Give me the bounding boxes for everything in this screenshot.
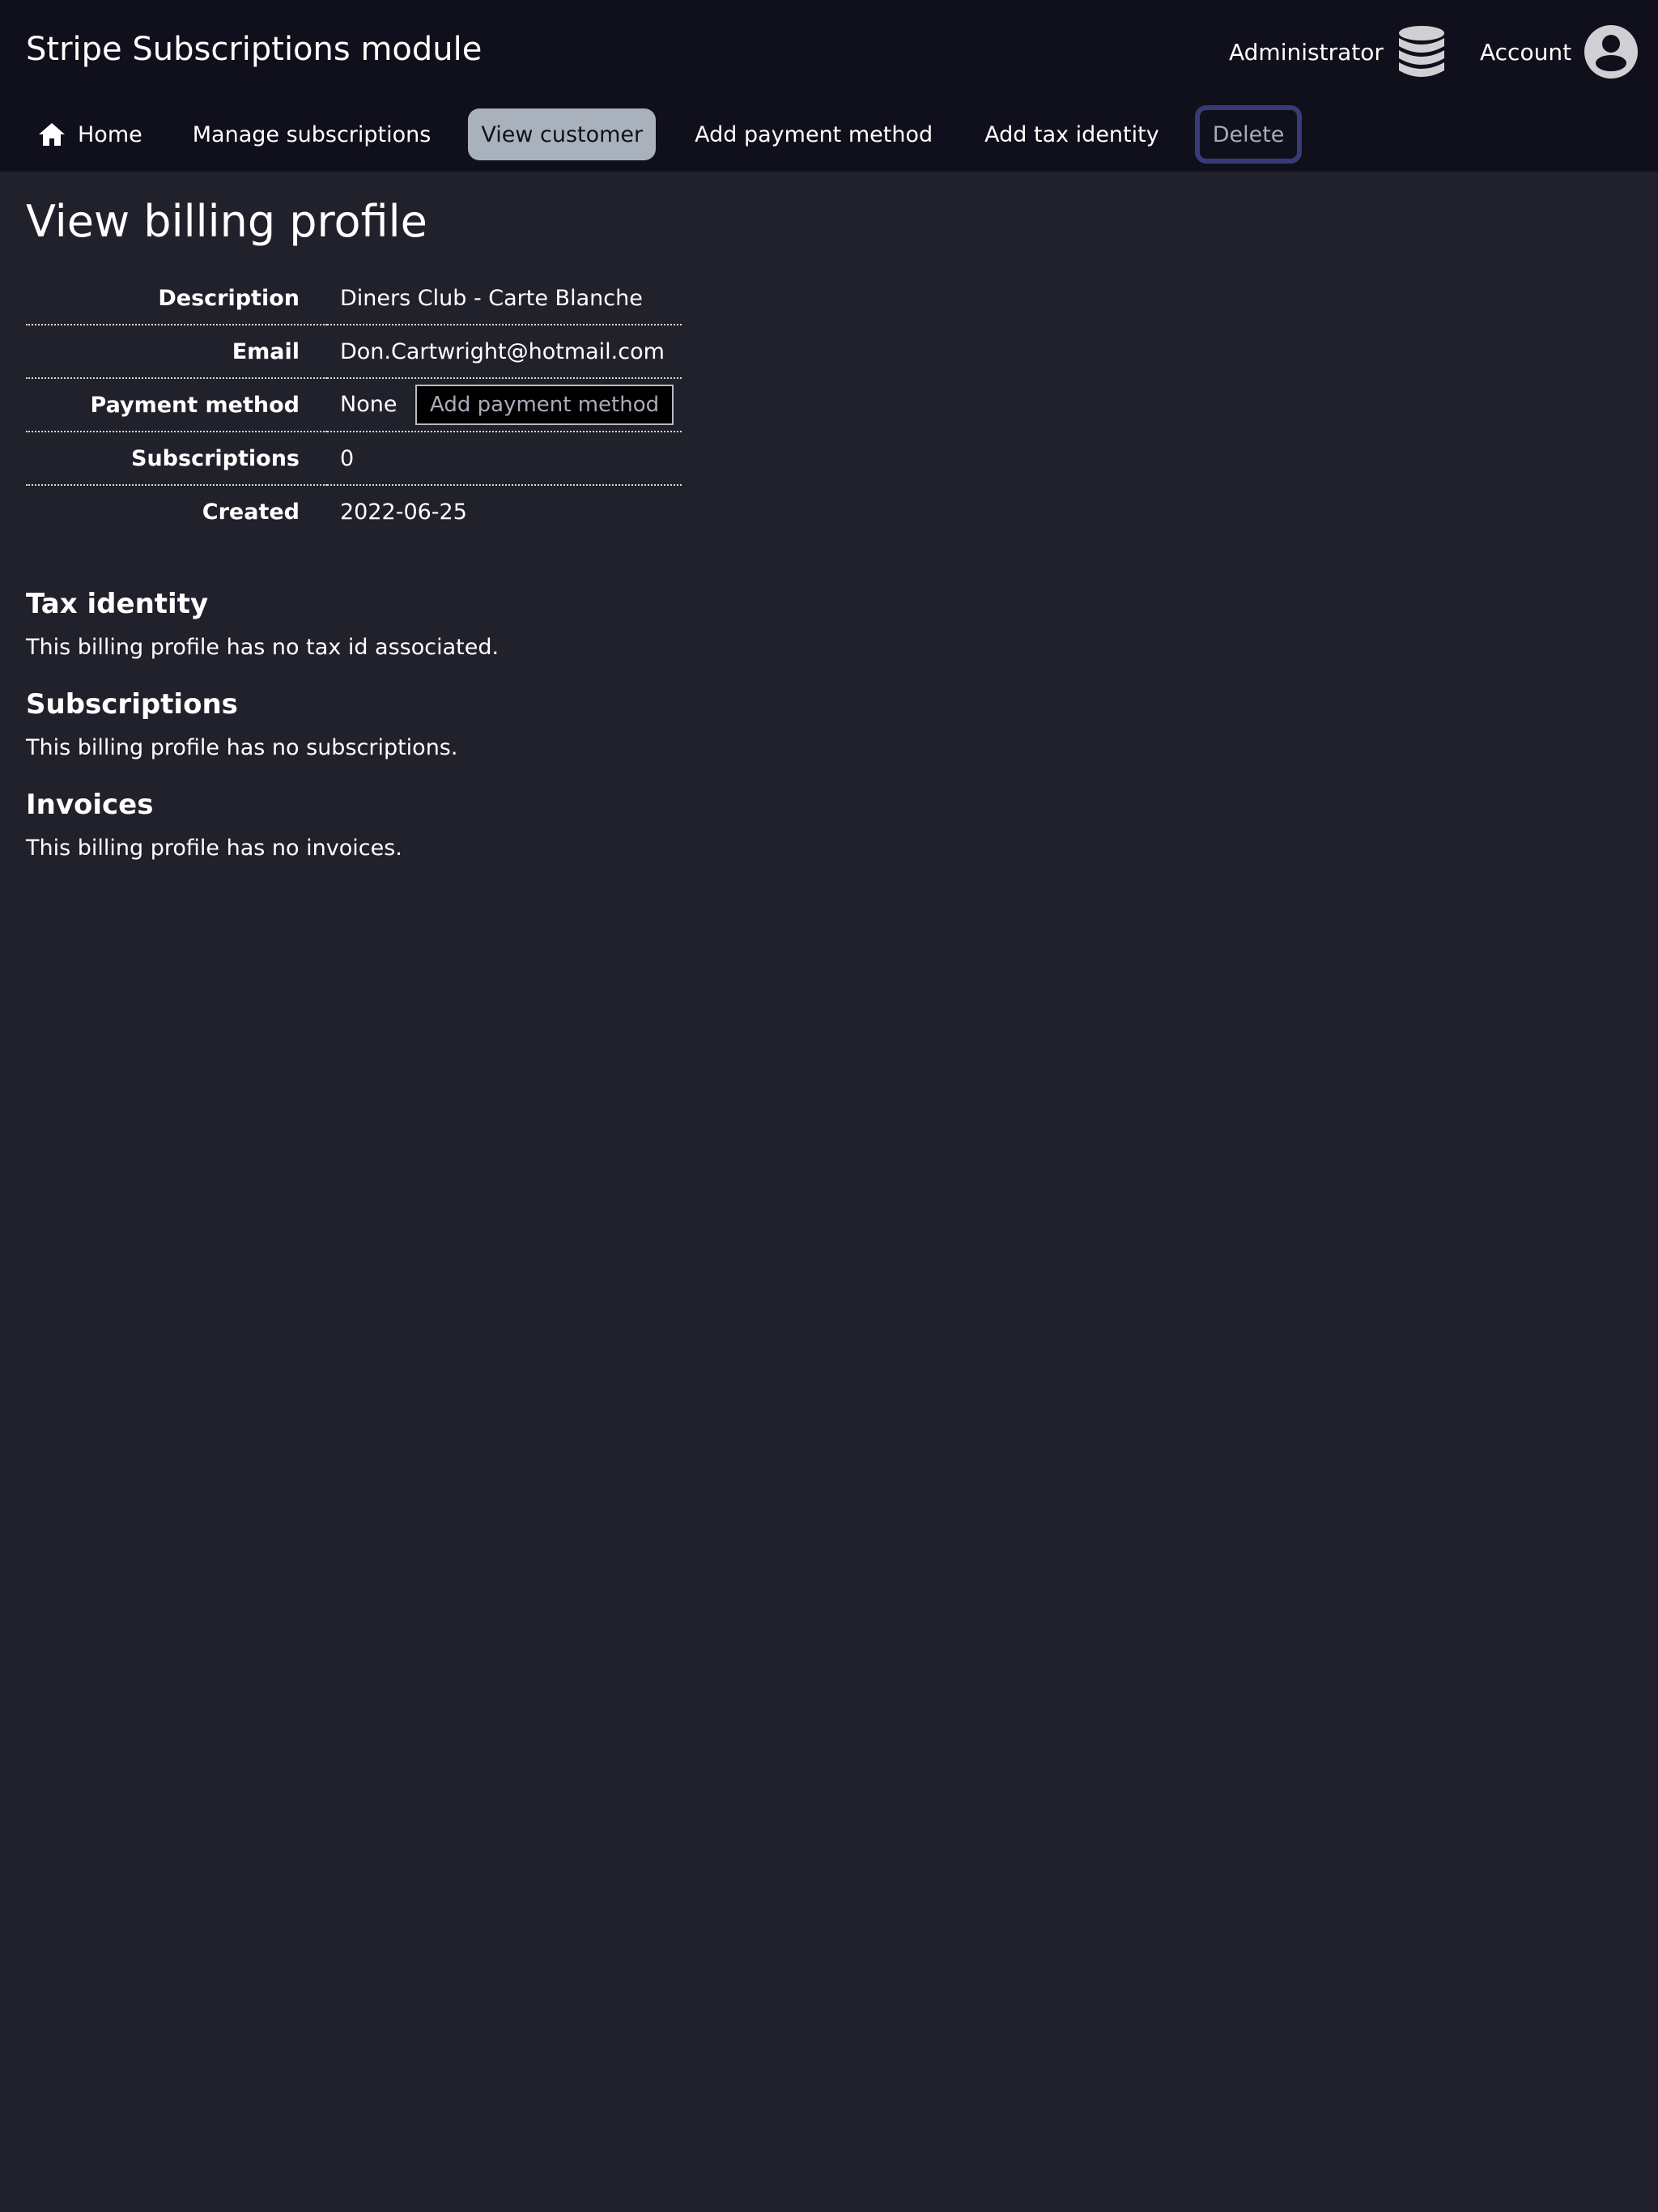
account-label: Account	[1480, 38, 1572, 66]
nav-view-customer[interactable]: View customer	[468, 108, 657, 160]
billing-profile-table: Description Diners Club - Carte Blanche …	[26, 272, 682, 538]
user-circle-icon	[1584, 25, 1639, 79]
nav-home-label: Home	[78, 121, 142, 147]
subscriptions-value: 0	[327, 432, 682, 486]
table-row: Created 2022-06-25	[26, 485, 682, 538]
home-icon	[39, 123, 65, 146]
table-row: Payment method None Add payment method	[26, 378, 682, 432]
tax-identity-heading: Tax identity	[26, 588, 209, 620]
account-menu[interactable]: Account	[1480, 19, 1639, 84]
invoices-heading: Invoices	[26, 789, 154, 821]
subscriptions-heading: Subscriptions	[26, 688, 238, 721]
page-title: View billing profile	[26, 196, 427, 247]
description-value: Diners Club - Carte Blanche	[327, 272, 682, 325]
tax-identity-text: This billing profile has no tax id assoc…	[26, 635, 500, 660]
payment-method-value: None	[340, 392, 397, 417]
invoices-text: This billing profile has no invoices.	[26, 836, 402, 861]
payment-method-cell: None Add payment method	[327, 378, 682, 432]
top-bar: Stripe Subscriptions module Administrato…	[0, 0, 1658, 172]
subscriptions-label: Subscriptions	[26, 432, 327, 486]
nav-manage-subscriptions[interactable]: Manage subscriptions	[180, 108, 444, 160]
nav-home[interactable]: Home	[26, 108, 155, 160]
nav-add-tax-identity[interactable]: Add tax identity	[971, 108, 1172, 160]
email-value: Don.Cartwright@hotmail.com	[327, 325, 682, 379]
app-title: Stripe Subscriptions module	[26, 31, 483, 68]
table-row: Email Don.Cartwright@hotmail.com	[26, 325, 682, 379]
created-value: 2022-06-25	[340, 499, 467, 525]
administrator-menu[interactable]: Administrator	[1229, 19, 1445, 84]
subscriptions-text: This billing profile has no subscription…	[26, 735, 458, 760]
nav-add-payment-method[interactable]: Add payment method	[682, 108, 946, 160]
table-row: Description Diners Club - Carte Blanche	[26, 272, 682, 325]
table-row: Subscriptions 0	[26, 432, 682, 486]
payment-method-label: Payment method	[26, 378, 327, 432]
database-icon	[1398, 26, 1444, 77]
description-label: Description	[26, 272, 327, 325]
main-nav: Home Manage subscriptions View customer …	[26, 105, 1303, 164]
administrator-label: Administrator	[1229, 38, 1384, 66]
email-label: Email	[26, 325, 327, 379]
created-label: Created	[202, 499, 300, 525]
delete-button[interactable]: Delete	[1194, 105, 1303, 164]
add-payment-method-button[interactable]: Add payment method	[415, 385, 674, 425]
